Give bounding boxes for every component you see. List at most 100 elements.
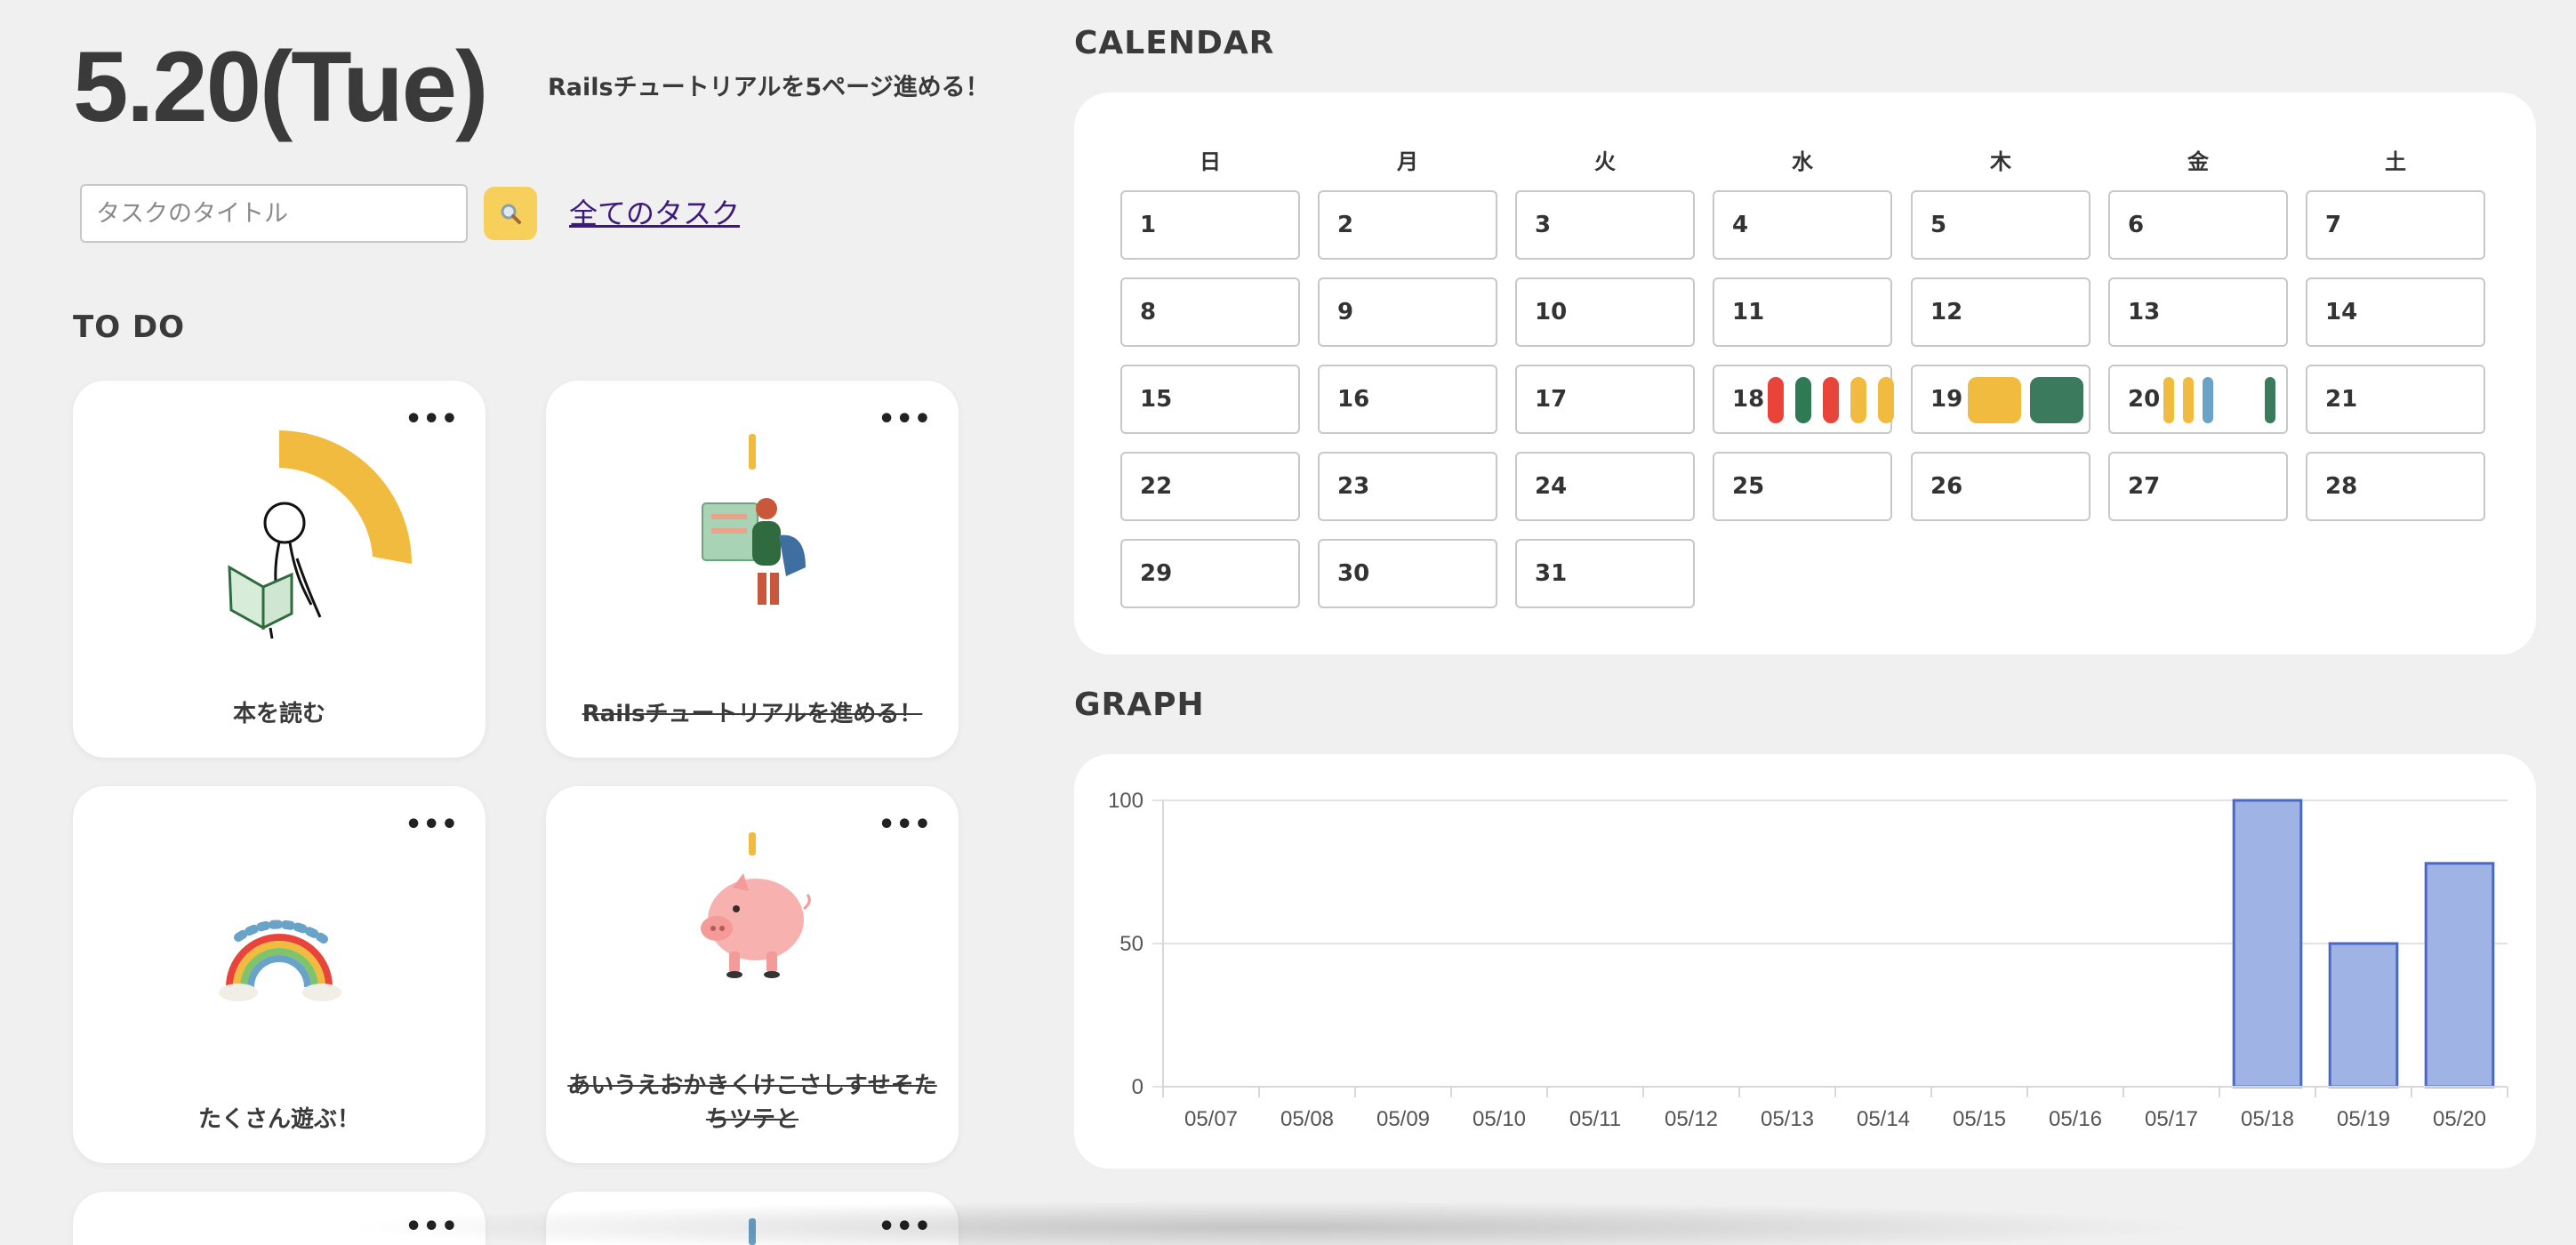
bar (2328, 942, 2399, 1088)
calendar-day-number: 10 (1535, 299, 1568, 325)
calendar-day-number: 23 (1337, 473, 1370, 500)
calendar-day-number: 9 (1337, 299, 1354, 325)
search-button[interactable] (484, 187, 537, 240)
calendar-day-number: 12 (1930, 299, 1963, 325)
calendar-day[interactable]: 6 (2108, 190, 2288, 260)
calendar-day[interactable]: 1 (1120, 190, 1300, 260)
current-date: 5.20(Tue) (73, 31, 488, 142)
search-bar: 全てのタスク (80, 184, 880, 243)
weekday-header: 土 (2385, 149, 2406, 174)
todo-card[interactable]: ••• 本を読む (73, 381, 486, 758)
calendar-day-number: 24 (1535, 473, 1568, 500)
task-marker (1850, 377, 1866, 423)
calendar-day[interactable]: 2 (1318, 190, 1497, 260)
calendar-day[interactable]: 21 (2306, 365, 2485, 434)
great-job-rainbow-icon (219, 920, 341, 1001)
more-options-icon[interactable]: ••• (878, 1214, 932, 1241)
todo-card[interactable]: ••• (546, 1192, 959, 1245)
task-marker (2030, 377, 2083, 423)
calendar-day-number: 11 (1732, 299, 1765, 325)
calendar-day[interactable]: 15 (1120, 365, 1300, 434)
calendar-day-number: 29 (1140, 560, 1173, 587)
calendar-day[interactable]: 19 (1911, 365, 2090, 434)
calendar-day[interactable]: 26 (1911, 452, 2090, 521)
todo-card[interactable]: ••• Railsチュートリアルを進める！ (546, 381, 959, 758)
calendar-day[interactable]: 16 (1318, 365, 1497, 434)
y-tick-label: 0 (1132, 1075, 1144, 1099)
weekday-header: 水 (1792, 149, 1813, 174)
calendar-day[interactable]: 8 (1120, 277, 1300, 347)
calendar-day-number: 8 (1140, 299, 1157, 325)
todo-section-title: TO DO (73, 309, 186, 345)
piggy-bank-icon (701, 832, 811, 978)
calendar-day[interactable]: 5 (1911, 190, 2090, 260)
calendar-day-number: 7 (2325, 212, 2342, 238)
calendar-day[interactable]: 7 (2306, 190, 2485, 260)
calendar-day[interactable]: 30 (1318, 539, 1497, 608)
weekday-header: 木 (1990, 149, 2011, 174)
search-input[interactable] (80, 184, 468, 243)
x-tick-label: 05/15 (1953, 1107, 2006, 1131)
graph-panel: 0 50 100 05/07 05/08 05/09 05/10 05/11 05/12 05/1… (1074, 754, 2536, 1169)
bar (2232, 799, 2303, 1088)
calendar-day[interactable]: 20 (2108, 365, 2288, 434)
todo-card-title: たくさん遊ぶ！ (197, 1106, 360, 1133)
progress-marker (749, 1218, 756, 1245)
daily-goal: Railsチュートリアルを5ページ進める！ (548, 74, 990, 101)
todo-card[interactable]: ••• たくさん遊ぶ！ (73, 786, 486, 1163)
calendar-day-number: 1 (1140, 212, 1157, 238)
x-tick-label: 05/19 (2337, 1107, 2390, 1131)
date-header: 5.20(Tue) Railsチュートリアルを5ページ進める！ (73, 31, 990, 142)
task-marker (2203, 377, 2213, 423)
calendar-day-number: 27 (2128, 473, 2161, 500)
calendar-day[interactable]: 29 (1120, 539, 1300, 608)
todo-card[interactable]: ••• あいうえおかきくけこさしすせそたちツテと (546, 786, 959, 1163)
task-marker (2183, 377, 2194, 423)
all-tasks-link[interactable]: 全てのタスク (569, 191, 740, 232)
calendar-day[interactable]: 22 (1120, 452, 1300, 521)
calendar-day[interactable]: 4 (1713, 190, 1892, 260)
calendar-day[interactable]: 23 (1318, 452, 1497, 521)
calendar-day-number: 16 (1337, 386, 1370, 413)
calendar-day[interactable]: 10 (1515, 277, 1695, 347)
x-tick-label: 05/10 (1473, 1107, 1526, 1131)
calendar-day[interactable]: 18 (1713, 365, 1894, 434)
calendar-panel: 日月火水木金土 1 2 3 4 5 6 7 8 9 10 11 12 13 14 15 16 17 18 19 20 21… (1074, 92, 2536, 655)
calendar-day[interactable]: 11 (1713, 277, 1892, 347)
task-marker (2265, 377, 2275, 423)
calendar-day-number: 13 (2128, 299, 2161, 325)
weekday-header: 日 (1200, 149, 1221, 174)
calendar-day[interactable]: 14 (2306, 277, 2485, 347)
calendar-day[interactable]: 25 (1713, 452, 1892, 521)
more-options-icon[interactable]: ••• (405, 1214, 459, 1241)
calendar-day[interactable]: 28 (2306, 452, 2485, 521)
calendar-day-number: 14 (2325, 299, 2358, 325)
y-tick-label: 100 (1108, 789, 1144, 813)
calendar-day[interactable]: 24 (1515, 452, 1695, 521)
calendar-day[interactable]: 3 (1515, 190, 1695, 260)
calendar-day[interactable]: 9 (1318, 277, 1497, 347)
calendar-day-number: 15 (1140, 386, 1173, 413)
weekday-header: 月 (1397, 149, 1418, 174)
calendar-day-number: 20 (2128, 386, 2161, 413)
todo-card-title: あいうえおかきくけこさしすせそたちツテと (567, 1072, 937, 1133)
x-tick-label: 05/09 (1376, 1107, 1430, 1131)
x-tick-label: 05/07 (1184, 1107, 1238, 1131)
calendar-day-number: 2 (1337, 212, 1354, 238)
calendar-day-number: 22 (1140, 473, 1173, 500)
calendar-day-number: 4 (1732, 212, 1749, 238)
x-tick-label: 05/12 (1665, 1107, 1718, 1131)
calendar-day-number: 26 (1930, 473, 1963, 500)
calendar-day[interactable]: 17 (1515, 365, 1695, 434)
todo-card[interactable]: ••• (73, 1192, 486, 1245)
calendar-title: CALENDAR (1074, 25, 1275, 61)
calendar-day[interactable]: 27 (2108, 452, 2288, 521)
calendar-day[interactable]: 13 (2108, 277, 2288, 347)
calendar-day-number: 3 (1535, 212, 1552, 238)
reading-person-chair-icon (702, 434, 806, 605)
calendar-day-number: 19 (1930, 386, 1963, 413)
calendar-day[interactable]: 31 (1515, 539, 1695, 608)
calendar-day[interactable]: 12 (1911, 277, 2090, 347)
bar (2424, 862, 2495, 1088)
x-tick-label: 05/13 (1761, 1107, 1814, 1131)
